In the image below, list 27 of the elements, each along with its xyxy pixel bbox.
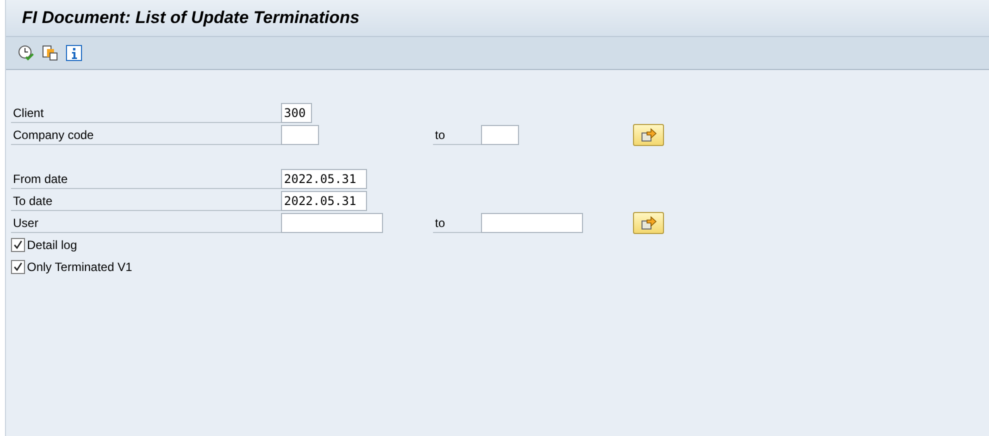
info-button[interactable] xyxy=(65,44,83,62)
input-field[interactable]: 300 xyxy=(281,103,312,123)
window-title: FI Document: List of Update Terminations xyxy=(22,8,360,28)
execute-button[interactable] xyxy=(17,44,35,62)
field-label: User xyxy=(11,213,281,233)
field-label: Client xyxy=(11,103,281,123)
multiple-selection-button[interactable] xyxy=(633,124,664,146)
input-field[interactable] xyxy=(481,213,583,233)
input-field[interactable] xyxy=(281,213,383,233)
checkbox[interactable] xyxy=(11,260,25,274)
copy-icon xyxy=(42,45,58,61)
arrow-icon xyxy=(640,216,656,230)
field-label: To date xyxy=(11,191,281,211)
info-icon xyxy=(66,45,82,61)
arrow-icon xyxy=(640,128,656,142)
field-label: Company code xyxy=(11,125,281,145)
checkbox[interactable] xyxy=(11,238,25,252)
variant-button[interactable] xyxy=(41,44,59,62)
checkbox-label: Only Terminated V1 xyxy=(27,260,132,274)
input-field[interactable]: 2022.05.31 xyxy=(281,191,367,211)
checkbox-label: Detail log xyxy=(27,238,78,252)
input-field[interactable] xyxy=(481,125,519,145)
input-field[interactable]: 2022.05.31 xyxy=(281,169,367,189)
input-field[interactable] xyxy=(281,125,319,145)
multiple-selection-button[interactable] xyxy=(633,212,664,234)
clock-check-icon xyxy=(18,45,34,61)
field-label: From date xyxy=(11,169,281,189)
